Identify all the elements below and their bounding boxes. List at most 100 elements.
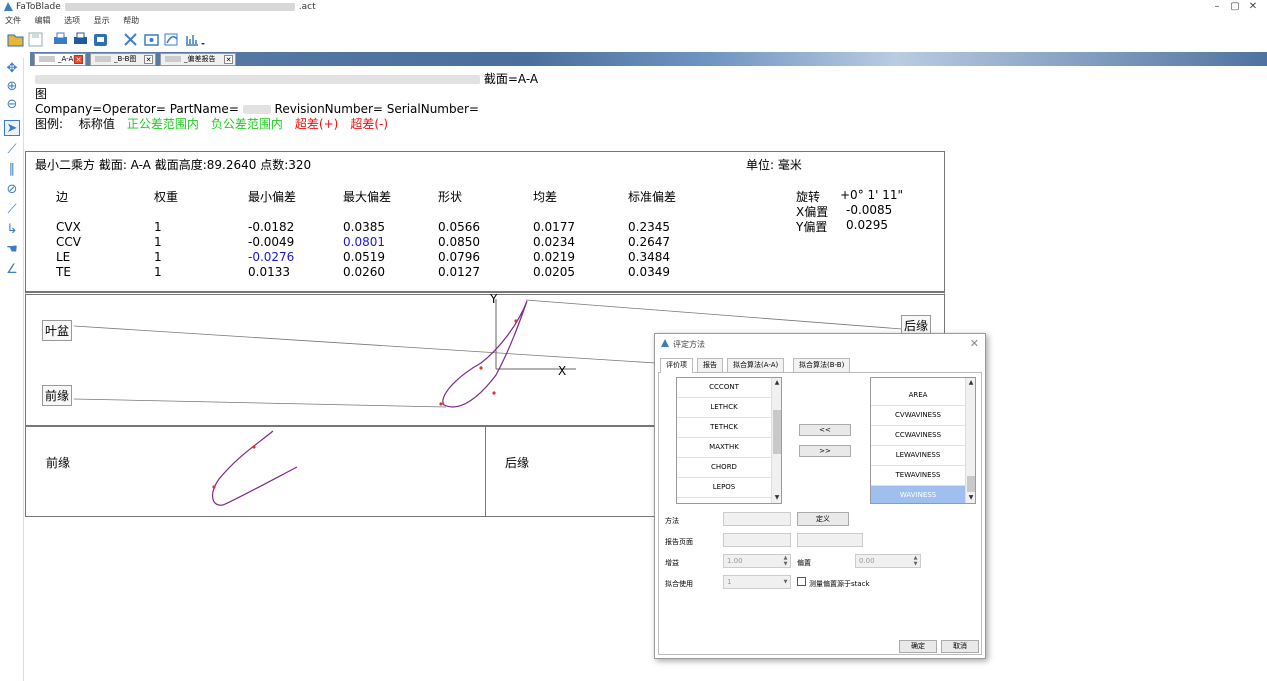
list-item[interactable]: TEWAVINESS [871,466,965,486]
legend-item: 标称值 [78,117,115,131]
table-cell: 0.0205 [533,265,575,279]
axis-y-label: Y [490,292,498,306]
print-preview-icon[interactable] [52,31,69,48]
column-header: 形状 [438,190,463,204]
tab-evaluation-items[interactable]: 评价项 [660,358,693,373]
list-item[interactable]: LETHCK [677,398,771,418]
chart-dropdown-icon[interactable] [184,31,205,48]
tab-fit-algorithm-b-b[interactable]: 拟合算法(B-B) [793,358,851,372]
dialog-close-icon[interactable]: ✕ [970,337,979,350]
list-item[interactable]: TETHCK [677,418,771,438]
table-cell: -0.0049 [248,235,295,249]
scroll-up-icon[interactable]: ▲ [966,378,975,388]
list-item[interactable]: LEPOS [677,478,771,498]
report-page-field-2[interactable] [797,533,863,547]
measure-icon[interactable]: ⟋ [4,202,20,218]
table-cell: 0.0260 [343,265,385,279]
leading-edge-leader [73,398,447,408]
close-tab-icon[interactable]: ✕ [144,55,153,64]
hand-icon[interactable]: ☚ [4,242,20,258]
save-icon[interactable] [27,31,44,48]
scroll-down-icon[interactable]: ▼ [966,493,975,503]
zoom-in-icon[interactable]: ⊕ [4,79,20,95]
trailing-edge-detail-label: 后缘 [505,456,530,470]
move-right-button[interactable]: >> [799,445,851,457]
method-field[interactable] [723,512,791,526]
profile-point [439,402,443,406]
tab-deviation-report[interactable]: _偏差报告 ✕ [160,53,236,66]
dialog-app-icon [660,338,670,350]
transform-value: +0° 1' 11" [840,188,904,202]
move-left-button[interactable]: << [799,424,851,436]
list-item[interactable]: CVWAVINESS [871,406,965,426]
scroll-thumb[interactable] [773,410,781,454]
list-item[interactable]: CCWAVINESS [871,426,965,446]
close-tab-icon[interactable]: ✕ [74,55,83,64]
circle-fit-icon[interactable]: ⊘ [4,182,20,198]
list-item[interactable]: AREA [871,386,965,406]
list-item[interactable]: CHORD [677,458,771,478]
profile-point [514,319,518,323]
table-cell: 1 [154,235,162,249]
table-cell: 0.0801 [343,235,385,249]
stack-offset-checkbox[interactable] [797,577,806,586]
menu-options[interactable]: 选项 [64,16,80,25]
fit-use-select[interactable]: 1 ▼ [723,575,791,589]
tab-fit-algorithm-a-a[interactable]: 拟合算法(A-A) [727,358,785,372]
menu-view[interactable]: 显示 [94,16,110,25]
tools-icon[interactable] [122,31,139,48]
available-items-list[interactable]: CCCONT LETHCK TETHCK MAXTHK CHORD LEPOS ▲ ▼ [676,377,782,504]
menu-file[interactable]: 文件 [5,16,21,25]
table-cell: 0.2345 [628,220,670,234]
angle-tool-icon[interactable]: ∠ [4,262,20,278]
section-label: 截面=A-A [483,72,539,86]
method-label: 方法 [665,517,679,525]
transform-value: -0.0085 [846,203,893,217]
available-list-scrollbar[interactable]: ▲ ▼ [771,378,781,503]
open-folder-icon[interactable] [7,31,24,48]
toolbar [0,29,1267,51]
spin-arrows-icon[interactable]: ▲ ▼ [911,555,920,567]
select-pointer-icon[interactable]: ➤ [4,120,20,136]
profile-tool-icon[interactable] [163,31,180,48]
scroll-thumb[interactable] [967,476,975,492]
profile-point [479,366,483,370]
tab-report[interactable]: 报告 [697,358,723,372]
frame-icon[interactable] [143,31,160,48]
export-icon[interactable] [92,31,109,48]
tab-a-a-chart[interactable]: _A-A图 ✕ [34,53,86,66]
list-item[interactable]: WAVINESS [871,486,965,503]
print-icon[interactable] [72,31,89,48]
line-tool-icon[interactable]: ⟋ [4,142,20,158]
list-item[interactable]: CCCONT [677,378,771,398]
zoom-out-icon[interactable]: ⊖ [4,97,20,113]
table-cell: 0.0177 [533,220,575,234]
close-window-button[interactable]: ✕ [1239,0,1267,15]
table-cell: 0.0219 [533,250,575,264]
scroll-down-icon[interactable]: ▼ [772,493,781,503]
parallel-lines-icon[interactable]: ∥ [4,162,20,178]
list-item[interactable]: LEWAVINESS [871,446,965,466]
menu-help[interactable]: 帮助 [123,16,139,25]
close-tab-icon[interactable]: ✕ [224,55,233,64]
evaluation-method-dialog: 评定方法 ✕ 评价项 报告 拟合算法(A-A) 拟合算法(B-B) CCCONT… [654,333,986,659]
selected-items-list[interactable]: AREA CVWAVINESS CCWAVINESS LEWAVINESS TEWAVI… [870,377,976,504]
tab-b-b-chart[interactable]: _B-B图 ✕ [90,53,156,66]
scroll-up-icon[interactable]: ▲ [772,378,781,388]
ok-button[interactable]: 确定 [899,640,937,653]
offset-spinbox[interactable]: 0.00 ▲ ▼ [855,554,921,568]
selected-list-scrollbar[interactable]: ▲ ▼ [965,378,975,503]
define-button[interactable]: 定义 [797,512,849,526]
column-header: 最小偏差 [248,190,297,204]
le-tool-icon[interactable]: ↳ [4,222,20,238]
spin-arrows-icon[interactable]: ▲ ▼ [781,555,790,567]
table-cell: 0.3484 [628,250,670,264]
menu-edit[interactable]: 编辑 [35,16,51,25]
pan-icon[interactable]: ✥ [4,61,20,77]
chevron-down-icon[interactable]: ▼ [781,576,790,588]
report-page-field-1[interactable] [723,533,791,547]
list-item[interactable]: MAXTHK [677,438,771,458]
gain-spinbox[interactable]: 1.00 ▲ ▼ [723,554,791,568]
cancel-button[interactable]: 取消 [941,640,979,653]
column-header: 均差 [533,190,558,204]
